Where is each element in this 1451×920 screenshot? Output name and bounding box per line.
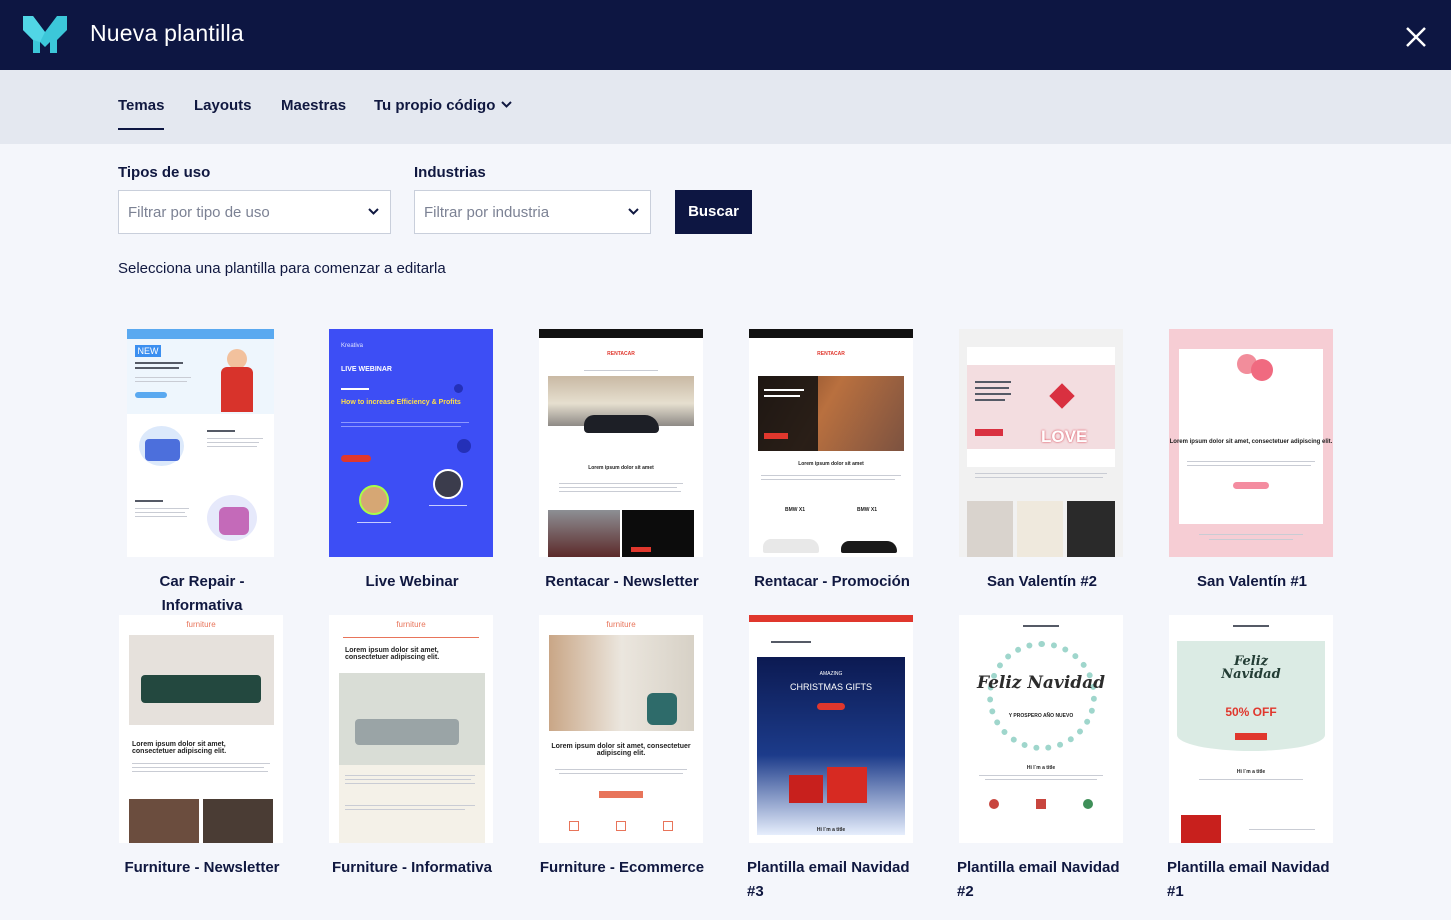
template-card-san-valentin-2[interactable]: LOVE San Valentín #2 <box>957 329 1127 594</box>
thumb-brand: RENTACAR <box>817 351 845 357</box>
template-name: San Valentín #1 <box>1196 573 1308 590</box>
thumb-car-label: BMW X1 <box>857 507 877 513</box>
industry-select[interactable]: Filtrar por industria <box>414 190 651 234</box>
thumb-car-label: BMW X1 <box>785 507 805 513</box>
chevron-down-icon <box>628 208 639 215</box>
template-card-san-valentin-1[interactable]: Lorem ipsum dolor sit amet, consectetuer… <box>1167 329 1337 594</box>
dialog-title: Nueva plantilla <box>90 20 244 46</box>
template-name: Furniture - Newsletter <box>124 859 280 876</box>
template-card-car-repair[interactable]: NEW Car Repair - Informativa <box>117 329 287 614</box>
template-thumbnail: furniture Lorem ipsum dolor sit amet, co… <box>539 615 703 843</box>
thumb-kicker: AMAZING <box>819 671 843 677</box>
thumb-title: Hi I´m a title <box>1236 769 1266 775</box>
tab-layouts[interactable]: Layouts <box>194 97 252 114</box>
thumb-brand: furniture <box>606 620 636 629</box>
template-thumbnail: Kreativa LIVE WEBINAR How to increase Ef… <box>329 329 493 557</box>
template-card-furniture-ecommerce[interactable]: furniture Lorem ipsum dolor sit amet, co… <box>537 615 707 905</box>
usage-type-select[interactable]: Filtrar por tipo de uso <box>118 190 391 234</box>
template-thumbnail: Feliz Navidad 50% OFF Hi I´m a title <box>1169 615 1333 843</box>
chevron-down-icon <box>368 208 379 215</box>
thumb-heading: Feliz Navidad <box>976 673 1106 693</box>
industry-label: Industrias <box>414 164 486 181</box>
template-thumbnail: RENTACAR Lorem ipsum dolor sit amet <box>539 329 703 557</box>
tab-bar: Temas Layouts Maestras Tu propio código <box>0 70 1451 144</box>
industry-placeholder: Filtrar por industria <box>424 204 550 221</box>
tab-label: Layouts <box>194 97 252 114</box>
thumb-heading: Lorem ipsum dolor sit amet, consectetuer… <box>1169 439 1333 445</box>
tab-temas[interactable]: Temas <box>118 97 165 130</box>
template-card-furniture-informativa[interactable]: furniture Lorem ipsum dolor sit amet, co… <box>327 615 497 905</box>
new-badge: NEW <box>135 345 161 357</box>
thumb-love-text: LOVE <box>1041 427 1088 446</box>
template-thumbnail: AMAZING CHRISTMAS GIFTS Hi I´m a title <box>749 615 913 843</box>
template-thumbnail: RENTACAR Lorem ipsum dolor sit amet BMW … <box>749 329 913 557</box>
template-thumbnail: Lorem ipsum dolor sit amet, consectetuer… <box>1169 329 1333 557</box>
thumb-subheading: Y PROSPERO AÑO NUEVO <box>1008 713 1074 719</box>
top-bar: Nueva plantilla <box>0 0 1451 70</box>
thumb-heading: Lorem ipsum dolor sit amet <box>588 465 654 471</box>
template-name: Rentacar - Promoción <box>754 573 910 590</box>
brand-logo-icon <box>23 16 67 53</box>
template-card-navidad-1[interactable]: Feliz Navidad 50% OFF Hi I´m a title Pla… <box>1167 615 1337 905</box>
tab-maestras[interactable]: Maestras <box>281 97 346 114</box>
template-thumbnail: NEW <box>127 329 274 557</box>
thumb-brand: furniture <box>396 620 426 629</box>
tab-own-code[interactable]: Tu propio código <box>374 97 513 114</box>
template-thumbnail: LOVE <box>959 329 1123 557</box>
thumb-heading: Lorem ipsum dolor sit amet <box>798 461 864 467</box>
usage-type-label: Tipos de uso <box>118 164 211 181</box>
chevron-down-icon <box>501 101 513 108</box>
template-card-navidad-2[interactable]: Feliz Navidad Y PROSPERO AÑO NUEVO Hi I´… <box>957 615 1127 905</box>
template-name: San Valentín #2 <box>986 573 1098 590</box>
thumb-heading: Lorem ipsum dolor sit amet, consectetuer… <box>551 743 691 757</box>
thumb-heading: Lorem ipsum dolor sit amet, consectetuer… <box>345 647 440 661</box>
template-thumbnail: furniture Lorem ipsum dolor sit amet, co… <box>119 615 283 843</box>
search-button[interactable]: Buscar <box>675 190 752 234</box>
thumb-discount: 50% OFF <box>1225 705 1277 719</box>
thumb-heading: CHRISTMAS GIFTS <box>789 682 872 692</box>
thumb-brand: RENTACAR <box>607 351 635 357</box>
template-card-navidad-3[interactable]: AMAZING CHRISTMAS GIFTS Hi I´m a title P… <box>747 615 917 905</box>
template-name: Furniture - Ecommerce <box>539 859 705 876</box>
thumb-title: Hi I´m a title <box>816 827 846 833</box>
template-card-live-webinar[interactable]: Kreativa LIVE WEBINAR How to increase Ef… <box>327 329 497 594</box>
template-card-rentacar-newsletter[interactable]: RENTACAR Lorem ipsum dolor sit amet Rent… <box>537 329 707 594</box>
thumb-brand: Kreativa <box>341 343 364 349</box>
tab-label: Tu propio código <box>374 97 496 114</box>
thumb-heading: Lorem ipsum dolor sit amet, consectetuer… <box>132 741 227 755</box>
template-name: Rentacar - Newsletter <box>545 573 699 590</box>
select-template-hint: Selecciona una plantilla para comenzar a… <box>118 260 446 277</box>
tab-label: Maestras <box>281 97 347 114</box>
close-icon[interactable] <box>1398 19 1434 55</box>
template-name: Furniture - Informativa <box>331 859 492 876</box>
template-thumbnail: Feliz Navidad Y PROSPERO AÑO NUEVO Hi I´… <box>959 615 1123 843</box>
thumb-title: Hi I´m a title <box>1026 765 1056 771</box>
template-card-rentacar-promocion[interactable]: RENTACAR Lorem ipsum dolor sit amet BMW … <box>747 329 917 594</box>
template-thumbnail: furniture Lorem ipsum dolor sit amet, co… <box>329 615 493 843</box>
thumb-heading: Feliz Navidad <box>1221 654 1281 682</box>
template-name: Car Repair - Informativa <box>159 573 245 614</box>
thumb-subheading: How to increase Efficiency & Profits <box>341 399 461 406</box>
usage-type-placeholder: Filtrar por tipo de uso <box>128 204 270 221</box>
template-name: Plantilla email Navidad #2 <box>957 859 1120 900</box>
template-name: Plantilla email Navidad #3 <box>747 859 910 900</box>
template-card-furniture-newsletter[interactable]: furniture Lorem ipsum dolor sit amet, co… <box>117 615 287 905</box>
template-name: Plantilla email Navidad #1 <box>1167 859 1330 900</box>
thumb-brand: furniture <box>186 620 216 629</box>
thumb-heading: LIVE WEBINAR <box>341 366 392 373</box>
tab-label: Temas <box>118 97 165 114</box>
template-name: Live Webinar <box>365 573 459 590</box>
